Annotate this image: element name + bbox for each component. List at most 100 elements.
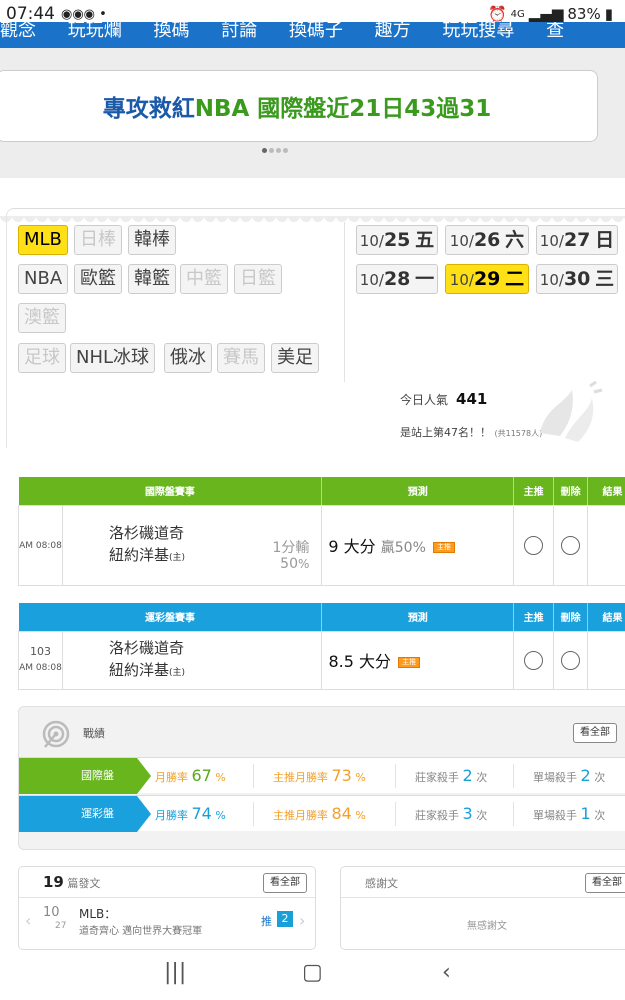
match-teams: 洛杉磯道奇 紐約洋基(主) (19, 637, 321, 684)
col-header-featured: 主推 (513, 477, 555, 505)
bookie-killer-label: 莊家殺手 (415, 771, 459, 784)
col-header-result: 結果 (587, 603, 625, 631)
date-button-1030[interactable]: 10/30 三 (536, 264, 618, 294)
nav-item[interactable]: 觀念 (0, 22, 36, 42)
featured-radio[interactable] (524, 650, 544, 670)
posts-view-all-button[interactable]: 看全部 (263, 873, 307, 893)
result-cell (587, 630, 625, 690)
sport-lottery-table: 運彩盤賽事 預測 主推 刪除 結果 103 AM 08:08 洛杉磯道奇 紐約洋… (17, 603, 625, 690)
carousel-dot[interactable] (269, 148, 274, 153)
delete-radio[interactable] (561, 650, 581, 670)
date-day: 30 (563, 268, 591, 290)
sport-chip-ru-hockey[interactable]: 俄冰 (164, 343, 212, 373)
banner-text-prefix: 專攻救紅 (102, 96, 195, 122)
nav-item[interactable]: 查 (546, 22, 564, 42)
col-header-delete: 刪除 (553, 603, 589, 631)
divider (341, 897, 625, 898)
sport-chip-kr-baseball[interactable]: 韓棒 (128, 225, 176, 255)
nav-item[interactable]: 玩玩搜尋 (442, 22, 514, 42)
home-team: 紐約洋基 (109, 660, 170, 679)
table-row: AM 08:08 洛杉磯道奇 紐約洋基(主) 1分輸 50% 9 大分 贏50%… (17, 504, 625, 586)
nav-item[interactable]: 趣方 (375, 22, 411, 42)
top-win-rate: 主推月勝率 73 % (273, 758, 366, 794)
post-title[interactable]: MLB： (79, 905, 116, 922)
featured-radio[interactable] (524, 535, 544, 555)
nav-item[interactable]: 討論 (221, 22, 257, 42)
stats-panel: 戰績 看全部 國際盤 月勝率 67 % 主推月勝率 73 % 莊家殺手 2 次 … (18, 706, 625, 850)
month-win-rate: 月勝率 67 % (155, 758, 226, 794)
home-mark: (主) (169, 667, 186, 678)
back-icon[interactable]: ‹ (442, 960, 451, 985)
thanks-view-all-button[interactable]: 看全部 (585, 873, 625, 893)
posts-box: 19 篇發文 看全部 ‹ 10 27 MLB： 道奇齊心 邁向世界大賽冠軍 推 … (18, 866, 316, 950)
status-time: 07:44 (6, 4, 55, 24)
date-button-1025[interactable]: 10/25 五 (356, 225, 438, 255)
nav-item[interactable]: 玩玩爛 (68, 22, 122, 42)
top-win-label: 主推月勝率 (273, 809, 328, 822)
post-desc[interactable]: 道奇齊心 邁向世界大賽冠軍 (79, 922, 202, 937)
date-weekday: 六 (505, 229, 525, 251)
odds-note: 1分輸 50% (272, 540, 309, 572)
panel-divider (344, 222, 345, 382)
carousel-dot[interactable] (276, 148, 281, 153)
sport-chip-kr-basketball[interactable]: 韓籃 (128, 264, 176, 294)
odds-pct-sign: % (297, 556, 310, 571)
separator (513, 764, 514, 788)
separator (253, 764, 254, 788)
single-killer: 單場殺手 2 次 (533, 758, 605, 794)
date-weekday: 五 (415, 229, 435, 251)
carousel-dot[interactable] (262, 148, 267, 153)
date-button-1027[interactable]: 10/27 日 (536, 225, 618, 255)
nav-item[interactable]: 換碼子 (289, 22, 343, 42)
popularity-label: 今日人氣 (400, 393, 449, 407)
col-header-result: 結果 (587, 477, 625, 505)
bookie-killer-value: 3 (462, 804, 473, 823)
home-icon[interactable]: ▢ (302, 960, 323, 985)
carousel-dot[interactable] (283, 148, 288, 153)
sport-chip-mlb[interactable]: MLB (18, 225, 68, 255)
recent-apps-icon[interactable]: ||| (164, 960, 186, 985)
sport-chip-soccer[interactable]: 足球 (18, 343, 66, 373)
top-nav-strip[interactable]: 觀念 玩玩爛 換碼 討論 換碼子 趣方 玩玩搜尋 查 (0, 22, 625, 48)
posts-page-total: 27 (55, 921, 67, 931)
nav-item[interactable]: 換碼 (153, 22, 189, 42)
sport-chip-jp-basketball[interactable]: 日籃 (234, 264, 282, 294)
single-killer-label: 單場殺手 (533, 771, 577, 784)
sport-chip-au-basketball[interactable]: 澳籃 (18, 303, 66, 333)
bookie-killer: 莊家殺手 3 次 (415, 796, 487, 832)
date-button-1026[interactable]: 10/26 六 (445, 225, 529, 255)
prediction-cell: 9 大分 贏50% 主推 (321, 504, 515, 586)
sport-chip-cn-basketball[interactable]: 中籃 (180, 264, 228, 294)
sport-chip-horse-racing[interactable]: 賽馬 (217, 343, 265, 373)
sport-chip-eu-basketball[interactable]: 歐籃 (74, 264, 122, 294)
pct-sign: % (355, 771, 366, 784)
carousel-dots[interactable] (262, 148, 288, 153)
prev-arrow-icon[interactable]: ‹ (25, 911, 31, 930)
sport-chip-jp-baseball[interactable]: 日棒 (74, 225, 122, 255)
thanks-empty: 無感謝文 (467, 921, 507, 932)
col-header-intl-match: 國際盤賽事 (18, 477, 323, 505)
month-win-label: 月勝率 (155, 771, 188, 784)
sport-chip-nba[interactable]: NBA (18, 264, 69, 294)
next-arrow-icon[interactable]: › (299, 911, 305, 930)
sport-chip-us-football[interactable]: 美足 (271, 343, 319, 373)
popularity-rank: 是站上第47名！！ (共11578人) (400, 424, 542, 440)
single-killer: 單場殺手 1 次 (533, 796, 605, 832)
home-mark: (主) (169, 552, 186, 563)
date-button-1029[interactable]: 10/29 二 (445, 264, 529, 294)
pct-sign: % (215, 771, 226, 784)
top-win-rate: 主推月勝率 84 % (273, 796, 366, 832)
date-day: 25 (383, 229, 411, 251)
stats-view-all-button[interactable]: 看全部 (573, 723, 617, 743)
promo-banner[interactable]: 專攻救紅 NBA 國際盤近21日43過31 (0, 70, 598, 142)
delete-radio[interactable] (561, 535, 581, 555)
date-button-1028[interactable]: 10/28 一 (356, 264, 438, 294)
pct-sign: % (355, 809, 366, 822)
top-win-value: 84 (331, 804, 352, 823)
posts-count: 19 (43, 873, 64, 891)
date-month: 10/ (359, 271, 384, 289)
android-nav-bar: ||| ▢ ‹ (0, 950, 625, 1000)
sport-chip-nhl[interactable]: NHL冰球 (70, 343, 156, 373)
date-weekday: 三 (595, 268, 615, 290)
featured-radio-cell (513, 504, 555, 586)
